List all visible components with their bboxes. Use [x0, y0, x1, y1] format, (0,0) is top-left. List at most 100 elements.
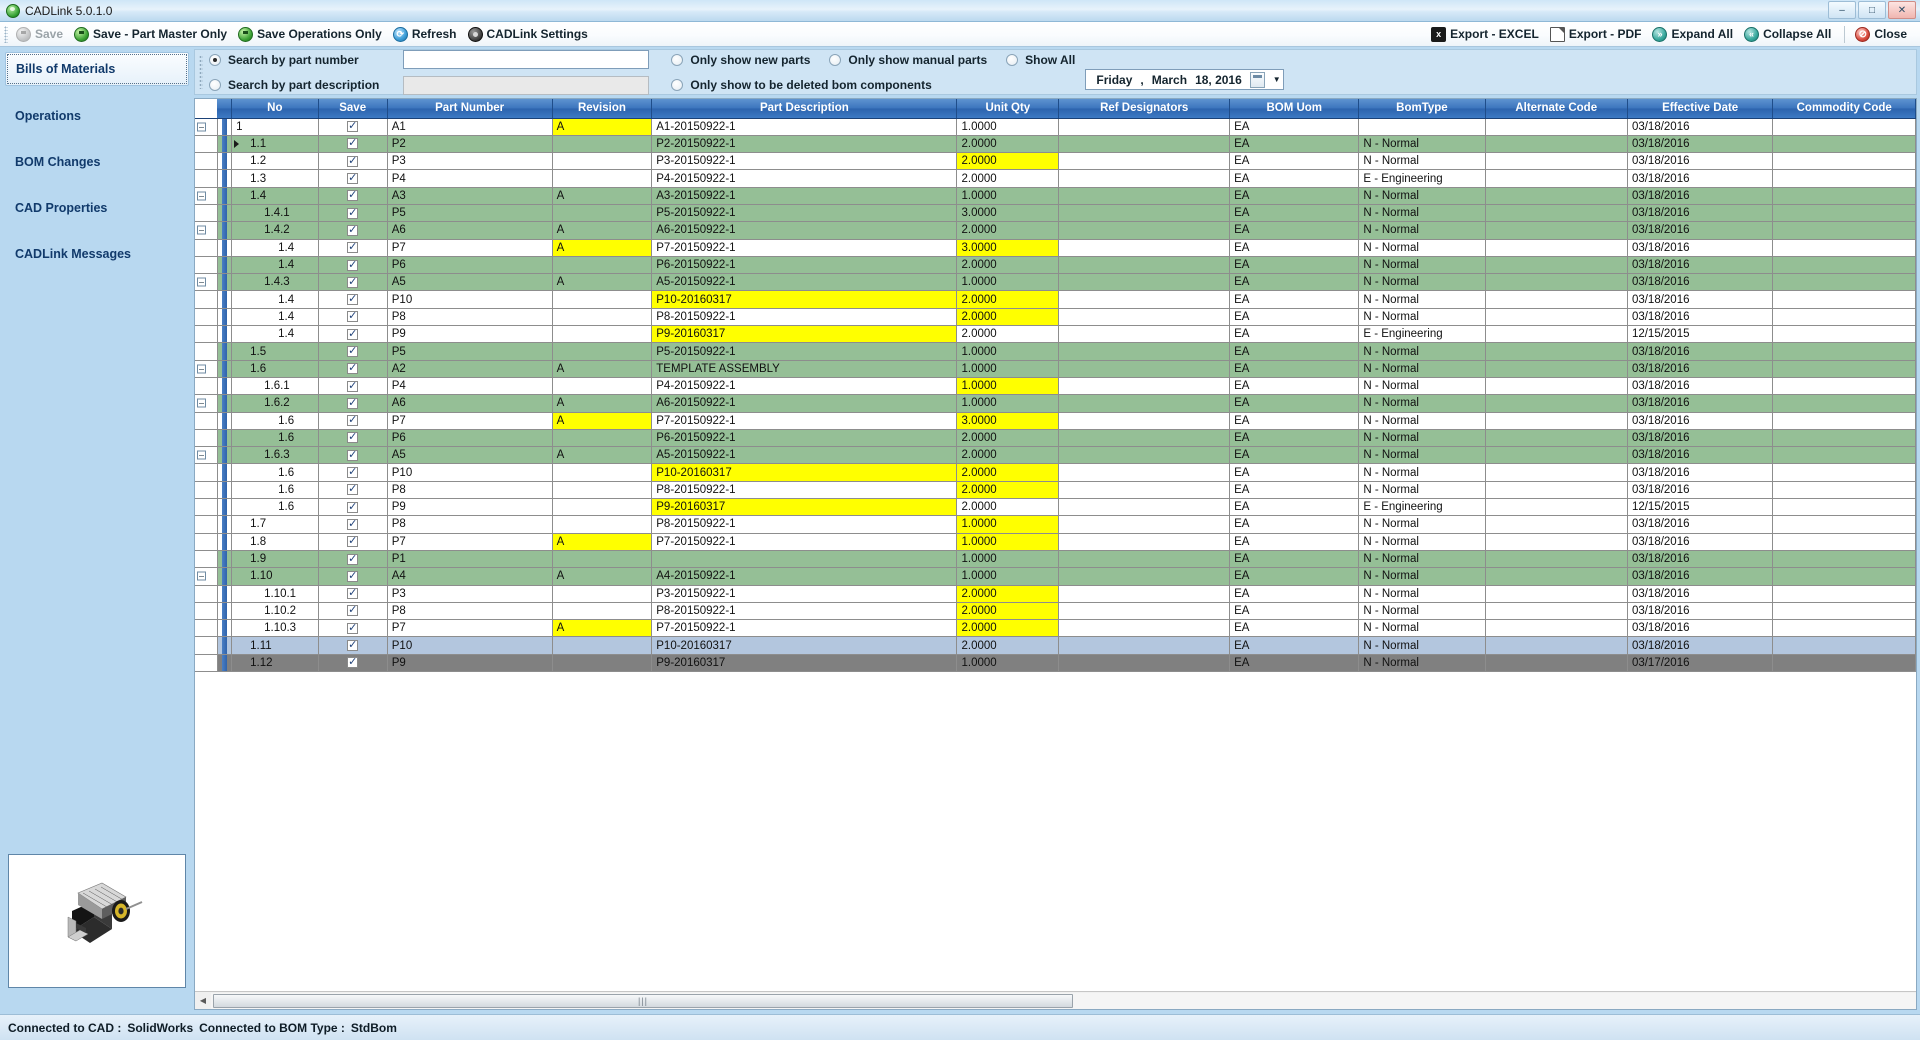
save-checkbox[interactable]	[347, 206, 359, 220]
cell-ref_designators[interactable]	[1058, 118, 1231, 136]
cell-effective_date[interactable]: 03/18/2016	[1627, 463, 1774, 482]
cell-revision[interactable]: A	[552, 394, 653, 413]
cell-unit_qty[interactable]: 1.0000	[956, 533, 1060, 551]
cell-revision[interactable]	[552, 515, 653, 534]
cell-unit_qty[interactable]: 2.0000	[956, 256, 1060, 275]
cell-effective_date[interactable]: 03/18/2016	[1627, 239, 1774, 257]
cell-part_description[interactable]: P10-20160317	[651, 290, 958, 309]
table-row[interactable]: 1.6 P7AP7-20150922-13.0000 EAN - Normal 03/…	[195, 412, 1916, 430]
cell-save[interactable]	[318, 463, 388, 482]
cell-unit_qty[interactable]: 2.0000	[956, 429, 1060, 448]
save-checkbox[interactable]	[347, 655, 359, 669]
cell-save[interactable]	[318, 602, 388, 621]
cell-part_description[interactable]: P7-20150922-1	[651, 533, 958, 551]
table-row[interactable]: 1.10.3 P7AP7-20150922-12.0000 EAN - Normal…	[195, 619, 1916, 638]
save-checkbox[interactable]	[347, 500, 359, 514]
cell-save[interactable]	[318, 342, 388, 361]
table-row[interactable]: 1.9 P1 1.0000 EAN - Normal 03/18/2016	[195, 550, 1916, 569]
cell-bom_uom[interactable]: EA	[1229, 654, 1360, 673]
cell-alternate_code[interactable]	[1485, 498, 1628, 517]
scroll-thumb[interactable]: |||	[213, 993, 1073, 1008]
cell-ref_designators[interactable]	[1058, 550, 1231, 569]
cell-commodity_code[interactable]	[1772, 273, 1916, 292]
cell-unit_qty[interactable]: 2.0000	[956, 585, 1060, 603]
cell-bom_uom[interactable]: EA	[1229, 256, 1360, 275]
cell-save[interactable]	[318, 152, 388, 171]
cell-effective_date[interactable]: 03/17/2016	[1627, 654, 1774, 673]
table-row[interactable]: 1.11 P10 P10-201603172.0000 EAN - Normal 03/…	[195, 636, 1916, 655]
cell-commodity_code[interactable]	[1772, 412, 1916, 430]
save-checkbox[interactable]	[347, 223, 359, 237]
cell-save[interactable]	[318, 118, 388, 136]
cell-bom_uom[interactable]: EA	[1229, 515, 1360, 534]
cell-save[interactable]	[318, 446, 388, 465]
cell-alternate_code[interactable]	[1485, 377, 1628, 396]
cell-part_description[interactable]: A5-20150922-1	[651, 273, 958, 292]
cell-unit_qty[interactable]: 1.0000	[956, 273, 1060, 292]
save-checkbox[interactable]	[347, 361, 359, 375]
cell-no[interactable]: 1.6.2	[231, 394, 319, 413]
table-row[interactable]: 1.10.1 P3 P3-20150922-12.0000 EAN - Normal 0…	[195, 585, 1916, 603]
cell-ref_designators[interactable]	[1058, 446, 1231, 465]
cell-effective_date[interactable]: 03/18/2016	[1627, 135, 1774, 154]
cell-ref_designators[interactable]	[1058, 308, 1231, 327]
cell-bom_uom[interactable]: EA	[1229, 152, 1360, 171]
cell-effective_date[interactable]: 03/18/2016	[1627, 273, 1774, 292]
cell-part_number[interactable]: P10	[387, 290, 553, 309]
cell-alternate_code[interactable]	[1485, 204, 1628, 223]
cell-effective_date[interactable]: 03/18/2016	[1627, 187, 1774, 205]
cell-part_number[interactable]: P5	[387, 204, 553, 223]
cell-bom_uom[interactable]: EA	[1229, 118, 1360, 136]
cell-part_description[interactable]: P4-20150922-1	[651, 169, 958, 188]
cell-bom_uom[interactable]: EA	[1229, 446, 1360, 465]
cell-ref_designators[interactable]	[1058, 515, 1231, 534]
save-checkbox[interactable]	[347, 327, 359, 341]
cell-bom_type[interactable]: N - Normal	[1358, 481, 1486, 500]
cell-bom_type[interactable]: E - Engineering	[1358, 325, 1486, 344]
cell-save[interactable]	[318, 221, 388, 240]
table-row[interactable]: 1.4 P6 P6-20150922-12.0000 EAN - Normal 03/1…	[195, 256, 1916, 275]
cell-revision[interactable]: A	[552, 619, 653, 638]
cell-revision[interactable]	[552, 325, 653, 344]
cell-save[interactable]	[318, 567, 388, 586]
table-row[interactable]: 1.6 P6 P6-20150922-12.0000 EAN - Normal 03/1…	[195, 429, 1916, 448]
export-pdf-button[interactable]: Export - PDF	[1546, 26, 1649, 43]
column-header-alternate_code[interactable]: Alternate Code	[1485, 99, 1628, 119]
cell-bom_uom[interactable]: EA	[1229, 585, 1360, 603]
cell-ref_designators[interactable]	[1058, 636, 1231, 655]
cell-unit_qty[interactable]: 2.0000	[956, 135, 1060, 154]
cell-bom_uom[interactable]: EA	[1229, 377, 1360, 396]
cell-ref_designators[interactable]	[1058, 463, 1231, 482]
save-checkbox[interactable]	[347, 621, 359, 635]
cell-alternate_code[interactable]	[1485, 481, 1628, 500]
cell-alternate_code[interactable]	[1485, 135, 1628, 154]
cell-bom_type[interactable]: N - Normal	[1358, 187, 1486, 205]
table-row[interactable]: 1.3 P4 P4-20150922-12.0000 EAE - Engineerin…	[195, 169, 1916, 188]
cell-unit_qty[interactable]: 1.0000	[956, 654, 1060, 673]
cell-effective_date[interactable]: 03/18/2016	[1627, 152, 1774, 171]
cell-part_number[interactable]: A6	[387, 221, 553, 240]
filter-bar-grip[interactable]	[199, 55, 203, 89]
cell-part_description[interactable]: P9-20160317	[651, 654, 958, 673]
cell-bom_type[interactable]: N - Normal	[1358, 360, 1486, 378]
cell-alternate_code[interactable]	[1485, 567, 1628, 586]
save-checkbox[interactable]	[347, 465, 359, 479]
search-by-part-description-radio[interactable]	[209, 78, 221, 91]
cell-commodity_code[interactable]	[1772, 342, 1916, 361]
cell-bom_type[interactable]	[1358, 118, 1486, 136]
cell-bom_uom[interactable]: EA	[1229, 204, 1360, 223]
column-header-effective_date[interactable]: Effective Date	[1627, 99, 1774, 119]
cell-effective_date[interactable]: 12/15/2015	[1627, 498, 1774, 517]
cell-bom_uom[interactable]: EA	[1229, 325, 1360, 344]
cell-save[interactable]	[318, 619, 388, 638]
cell-alternate_code[interactable]	[1485, 256, 1628, 275]
cell-unit_qty[interactable]: 2.0000	[956, 619, 1060, 638]
cell-part_number[interactable]: A3	[387, 187, 553, 205]
toolbar-grip[interactable]	[4, 25, 8, 43]
cell-bom_type[interactable]: N - Normal	[1358, 533, 1486, 551]
row-collapse-icon[interactable]: –	[197, 122, 206, 132]
cell-revision[interactable]	[552, 152, 653, 171]
cell-no[interactable]: 1.10.1	[231, 585, 319, 603]
cell-part_number[interactable]: P5	[387, 342, 553, 361]
cell-part_number[interactable]: P7	[387, 239, 553, 257]
